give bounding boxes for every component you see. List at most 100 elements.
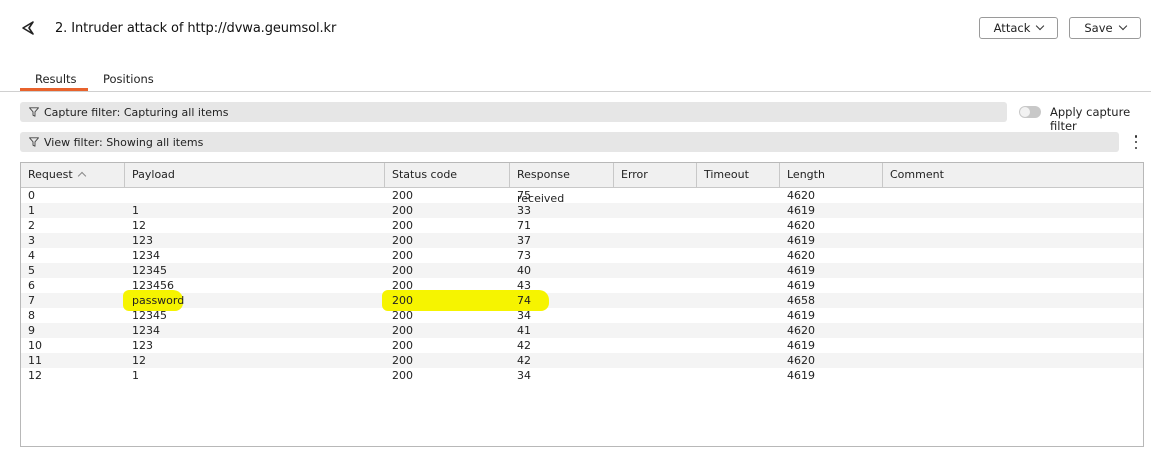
table-row[interactable]: 0 200 75 4620 [21, 188, 1143, 203]
table-row[interactable]: 11 12 200 42 4620 [21, 353, 1143, 368]
cell-error [614, 233, 621, 248]
table-row[interactable]: 3 123 200 37 4619 [21, 233, 1143, 248]
cell-comment [883, 263, 890, 278]
cell-payload: 12 [132, 354, 146, 367]
cell-length: 4620 [787, 354, 815, 367]
attack-button-label: Attack [993, 21, 1031, 35]
cell-length: 4658 [787, 294, 815, 307]
cell-length: 4619 [787, 339, 815, 352]
back-button[interactable] [18, 18, 38, 38]
cell-error [614, 263, 621, 278]
cell-length: 4620 [787, 249, 815, 262]
cell-request: 1 [28, 204, 35, 217]
cell-response: 33 [517, 204, 531, 217]
cell-comment [883, 233, 890, 248]
cell-status: 200 [392, 249, 413, 262]
toggle-knob [1020, 107, 1030, 117]
cell-status: 200 [392, 189, 413, 202]
table-row[interactable]: 5 12345 200 40 4619 [21, 263, 1143, 278]
cell-error [614, 203, 621, 218]
view-filter-bar[interactable]: View filter: Showing all items [20, 132, 1119, 152]
cell-timeout [697, 338, 704, 353]
cell-timeout [697, 308, 704, 323]
cell-response: 37 [517, 234, 531, 247]
cell-error [614, 338, 621, 353]
table-row[interactable]: 9 1234 200 41 4620 [21, 323, 1143, 338]
cell-status: 200 [392, 369, 413, 382]
cell-comment [883, 278, 890, 293]
cell-timeout [697, 248, 704, 263]
cell-timeout [697, 218, 704, 233]
filter-icon [29, 137, 39, 147]
cell-timeout [697, 278, 704, 293]
title-bar: 2. Intruder attack of http://dvwa.geumso… [0, 0, 1151, 58]
attack-button[interactable]: Attack [979, 17, 1058, 39]
column-header-error[interactable]: Error [614, 163, 697, 187]
column-header-response-received[interactable]: Response received [510, 163, 614, 205]
column-header-length[interactable]: Length [780, 163, 883, 187]
save-button[interactable]: Save [1069, 17, 1141, 39]
table-row[interactable]: 2 12 200 71 4620 [21, 218, 1143, 233]
cell-status: 200 [392, 264, 413, 277]
table-row[interactable]: 10 123 200 42 4619 [21, 338, 1143, 353]
cell-payload: 123 [132, 339, 153, 352]
cell-payload: 12345 [132, 309, 167, 322]
table-row[interactable]: 7 password 200 74 4658 [21, 290, 1143, 311]
cell-payload: 1234 [132, 249, 160, 262]
cell-payload: 1234 [132, 324, 160, 337]
cell-length: 4619 [787, 309, 815, 322]
column-header-status-code[interactable]: Status code [385, 163, 510, 187]
table-row[interactable]: 12 1 200 34 4619 [21, 368, 1143, 383]
cell-response: 41 [517, 324, 531, 337]
cell-timeout [697, 203, 704, 218]
cell-comment [883, 188, 890, 203]
cell-response: 34 [517, 369, 531, 382]
cell-request: 3 [28, 234, 35, 247]
cell-error [614, 278, 621, 293]
apply-capture-filter-label: Apply capture filter [1050, 105, 1131, 133]
sort-ascending-icon [77, 171, 86, 181]
cell-status: 200 [392, 234, 413, 247]
cell-status: 200 [392, 294, 413, 307]
cell-error [614, 308, 621, 323]
cell-response: 71 [517, 219, 531, 232]
capture-filter-bar[interactable]: Capture filter: Capturing all items [20, 102, 1007, 122]
save-button-label: Save [1084, 21, 1113, 35]
cell-response: 75 [517, 189, 531, 202]
cell-length: 4619 [787, 234, 815, 247]
table-row[interactable]: 6 123456 200 43 4619 [21, 278, 1143, 293]
tab-positions[interactable]: Positions [103, 72, 154, 86]
cell-error [614, 323, 621, 338]
cell-request: 0 [28, 189, 35, 202]
tab-results[interactable]: Results [35, 72, 77, 86]
cell-response: 73 [517, 249, 531, 262]
cell-error [614, 353, 621, 368]
cell-request: 5 [28, 264, 35, 277]
cell-status: 200 [392, 324, 413, 337]
column-header-payload[interactable]: Payload [125, 163, 385, 187]
table-header: Request Payload Status code Response rec… [21, 163, 1143, 205]
column-header-comment[interactable]: Comment [883, 163, 1143, 187]
cell-error [614, 293, 621, 308]
cell-payload: 12 [132, 219, 146, 232]
column-header-timeout[interactable]: Timeout [697, 163, 780, 187]
cell-status: 200 [392, 219, 413, 232]
cell-comment [883, 323, 890, 338]
cell-payload: password [132, 294, 185, 307]
table-row[interactable]: 4 1234 200 73 4620 [21, 248, 1143, 263]
cell-request: 12 [28, 369, 42, 382]
cell-comment [883, 368, 890, 383]
cell-request: 10 [28, 339, 42, 352]
cell-request: 7 [28, 294, 35, 307]
apply-capture-filter-toggle[interactable] [1019, 106, 1041, 118]
table-row[interactable]: 8 12345 200 34 4619 [21, 308, 1143, 323]
cell-length: 4620 [787, 324, 815, 337]
cell-request: 8 [28, 309, 35, 322]
more-options-icon[interactable] [1131, 134, 1141, 150]
back-arrow-icon [22, 21, 34, 35]
cell-request: 2 [28, 219, 35, 232]
column-header-request[interactable]: Request [21, 163, 125, 187]
cell-timeout [697, 368, 704, 383]
table-row[interactable]: 1 1 200 33 4619 [21, 203, 1143, 218]
cell-status: 200 [392, 339, 413, 352]
